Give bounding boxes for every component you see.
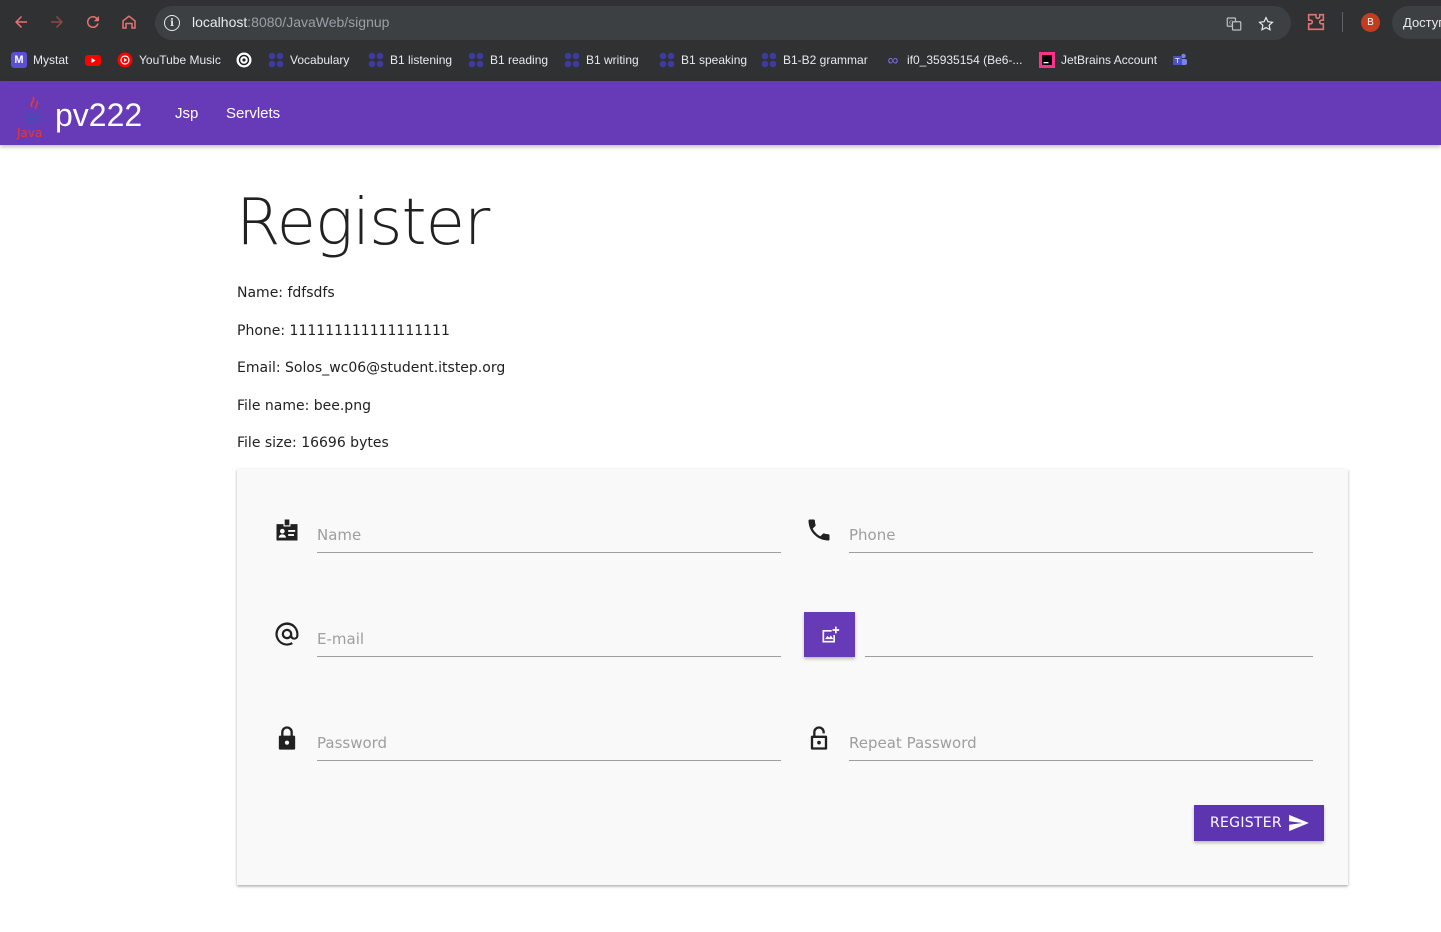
bookmark-b1-b2-grammar[interactable]: B1-B2 grammar (761, 51, 868, 69)
repeat-password-input[interactable] (849, 719, 1313, 759)
reload-button[interactable] (81, 10, 105, 34)
openai-icon (236, 52, 252, 68)
register-button-label: REGISTER (1210, 815, 1282, 831)
dots-icon (659, 52, 675, 68)
info-file-size: File size: 16696 bytes (237, 435, 389, 451)
lock-icon (273, 724, 301, 752)
email-input[interactable] (317, 615, 781, 655)
bookmark-youtube-music[interactable]: YouTube Music (117, 51, 221, 69)
home-icon (122, 15, 136, 29)
bookmark-teams[interactable]: T (1172, 51, 1194, 69)
nav-link-servlets[interactable]: Servlets (226, 105, 280, 122)
phone-input[interactable] (849, 511, 1313, 551)
arrow-left-icon (15, 16, 27, 28)
dots-icon (564, 52, 580, 68)
register-button[interactable]: REGISTER (1194, 805, 1324, 841)
bookmarks-bar: M Mystat YouTube Music Vocabulary B1 lis… (0, 45, 1441, 76)
bookmark-vocabulary[interactable]: Vocabulary (268, 51, 349, 69)
java-logo-icon[interactable]: Java (16, 95, 48, 143)
bookmark-infinityfree[interactable]: ∞ if0_35935154 (Be6-... (885, 51, 1023, 69)
address-bar[interactable]: i localhost:8080/JavaWeb/signup G (155, 6, 1291, 40)
dots-icon (268, 52, 284, 68)
jetbrains-icon (1039, 52, 1055, 68)
url-text[interactable]: localhost:8080/JavaWeb/signup (192, 14, 389, 30)
svg-text:T: T (1174, 57, 1180, 65)
bookmark-b1-speaking[interactable]: B1 speaking (659, 51, 747, 69)
badge-icon (273, 516, 301, 544)
add-photo-icon (822, 626, 839, 642)
arrow-right-icon (51, 16, 63, 28)
phone-icon (805, 516, 833, 544)
bookmark-mystat[interactable]: M Mystat (11, 51, 68, 69)
forward-button[interactable] (45, 10, 69, 34)
brand-title[interactable]: pv222 (55, 97, 142, 134)
youtube-music-icon (117, 52, 133, 68)
bookmark-youtube[interactable] (85, 51, 107, 69)
name-input[interactable] (317, 511, 781, 551)
home-button[interactable] (117, 10, 141, 34)
page-title: Register (236, 186, 490, 260)
dots-icon (368, 52, 384, 68)
nav-link-jsp[interactable]: Jsp (175, 105, 198, 122)
site-info-icon[interactable]: i (164, 15, 180, 31)
file-path-field (865, 615, 1313, 657)
password-field (317, 719, 781, 761)
info-name: Name: fdfsdfs (237, 285, 335, 301)
info-email: Email: Solos_wc06@student.itstep.org (237, 360, 506, 376)
mystat-icon: M (11, 52, 27, 68)
bookmark-b1-writing[interactable]: B1 writing (564, 51, 639, 69)
file-upload-button[interactable] (804, 612, 855, 657)
svg-text:G: G (1229, 20, 1233, 26)
back-button[interactable] (9, 10, 33, 34)
name-field (317, 511, 781, 553)
file-path-input[interactable] (865, 615, 1313, 655)
toolbar-separator (1342, 12, 1343, 32)
youtube-icon (85, 52, 101, 68)
info-file-name: File name: bee.png (237, 398, 371, 414)
translate-icon[interactable]: G (1224, 14, 1244, 34)
lock-open-icon (805, 724, 833, 752)
bookmark-star-icon[interactable] (1256, 14, 1276, 34)
bookmark-b1-reading[interactable]: B1 reading (468, 51, 548, 69)
browser-chrome: i localhost:8080/JavaWeb/signup G B Дост… (0, 0, 1441, 81)
infinity-icon: ∞ (887, 51, 899, 69)
dots-icon (468, 52, 484, 68)
browser-toolbar: i localhost:8080/JavaWeb/signup G B Дост… (0, 0, 1441, 45)
bookmark-openai[interactable] (236, 51, 258, 69)
at-sign-icon (273, 620, 301, 648)
email-field (317, 615, 781, 657)
teams-icon: T (1172, 52, 1188, 68)
dots-icon (761, 52, 777, 68)
send-icon (1289, 814, 1309, 832)
profile-avatar[interactable]: B (1361, 13, 1380, 32)
extensions-icon[interactable] (1305, 11, 1327, 33)
reload-icon (86, 16, 99, 29)
bookmark-b1-listening[interactable]: B1 listening (368, 51, 452, 69)
bookmark-jetbrains[interactable]: JetBrains Account (1039, 51, 1157, 69)
access-button[interactable]: Доступ (1392, 6, 1441, 39)
info-phone: Phone: 111111111111111111 (237, 323, 450, 339)
password-input[interactable] (317, 719, 781, 759)
signup-form-card: REGISTER (237, 469, 1348, 885)
repeat-password-field (849, 719, 1313, 761)
phone-field (849, 511, 1313, 553)
app-navbar: Java pv222 Jsp Servlets (0, 81, 1441, 145)
